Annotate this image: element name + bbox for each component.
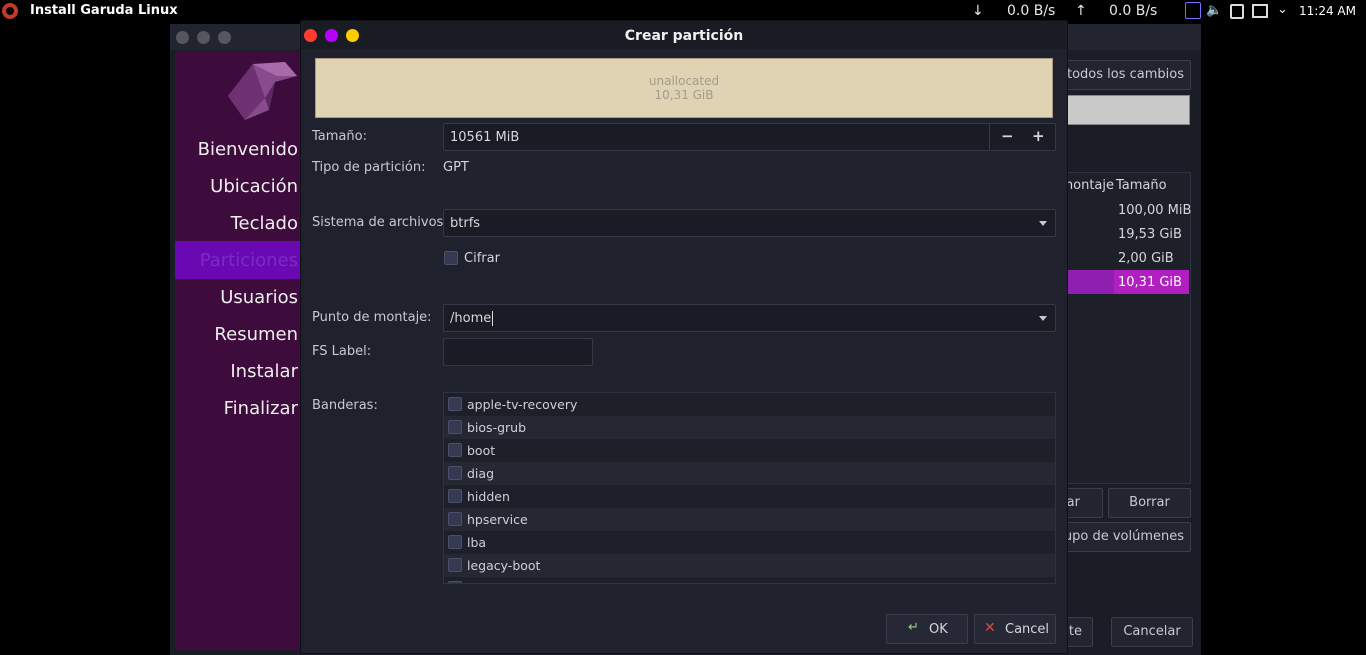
table-row-size-selected: 10,31 GiB bbox=[1118, 275, 1182, 290]
display-icon[interactable] bbox=[1252, 4, 1268, 18]
flag-checkbox[interactable] bbox=[448, 535, 462, 549]
upload-arrow-icon: ↑ bbox=[1075, 3, 1087, 19]
download-arrow-icon: ↓ bbox=[972, 3, 984, 19]
cancel-label: Cancel bbox=[1005, 622, 1050, 637]
flags-label: Banderas: bbox=[312, 398, 378, 413]
table-row-size[interactable]: 19,53 GiB bbox=[1118, 227, 1182, 242]
flag-label: diag bbox=[467, 466, 495, 481]
flag-checkbox[interactable] bbox=[448, 397, 462, 411]
delete-button[interactable]: Borrar bbox=[1108, 488, 1191, 518]
unallocated-bar: unallocated 10,31 GiB bbox=[315, 58, 1053, 118]
create-partition-dialog: Crear partición unallocated 10,31 GiB Ta… bbox=[300, 20, 1068, 654]
keyboard-layout-icon[interactable] bbox=[1185, 2, 1201, 19]
header-size: Tamaño bbox=[1116, 178, 1167, 193]
active-window-title: Install Garuda Linux bbox=[30, 3, 178, 18]
installer-cancel-button[interactable]: Cancelar bbox=[1111, 617, 1193, 647]
size-label: Tamaño: bbox=[312, 129, 367, 144]
mount-point-combobox[interactable]: /home bbox=[443, 304, 1056, 332]
fs-label-label: FS Label: bbox=[312, 344, 372, 359]
flag-checkbox[interactable] bbox=[448, 512, 462, 526]
list-item[interactable]: bios-grub bbox=[444, 416, 1055, 439]
filesystem-select[interactable]: btrfs bbox=[443, 209, 1056, 237]
installer-minimize-button[interactable] bbox=[197, 31, 210, 44]
partition-table-header: Punto de montaje Tamaño bbox=[1064, 173, 1190, 199]
unallocated-size: 10,31 GiB bbox=[654, 88, 714, 102]
flag-checkbox[interactable] bbox=[448, 489, 462, 503]
cancel-x-icon: ✕ bbox=[984, 620, 996, 636]
ok-button[interactable]: ↵ OK bbox=[886, 614, 968, 644]
clock[interactable]: 11:24 AM bbox=[1299, 4, 1356, 18]
list-item[interactable]: apple-tv-recovery bbox=[444, 393, 1055, 416]
garuda-eagle-logo bbox=[228, 62, 297, 120]
partition-type-value: GPT bbox=[443, 160, 469, 175]
flag-checkbox[interactable] bbox=[448, 558, 462, 572]
ok-arrow-icon: ↵ bbox=[908, 620, 919, 635]
top-panel bbox=[0, 0, 1366, 22]
sidebar-item-instalar: Instalar bbox=[230, 361, 298, 382]
flag-checkbox[interactable] bbox=[448, 443, 462, 457]
flag-label: hidden bbox=[467, 489, 510, 504]
clipboard-icon[interactable] bbox=[1230, 4, 1244, 19]
flag-label: lba bbox=[467, 535, 487, 550]
flag-checkbox[interactable] bbox=[448, 466, 462, 480]
fs-label-input[interactable] bbox=[443, 338, 593, 366]
dropdown-caret-icon bbox=[1039, 316, 1047, 321]
table-row-size[interactable]: 2,00 GiB bbox=[1118, 251, 1174, 266]
sidebar-item-bienvenido: Bienvenido bbox=[197, 139, 298, 160]
flag-label: boot bbox=[467, 443, 496, 458]
dropdown-caret-icon bbox=[1039, 221, 1047, 226]
flag-checkbox[interactable] bbox=[448, 581, 462, 583]
list-item[interactable] bbox=[444, 577, 1055, 583]
download-speed: 0.0 B/s bbox=[1007, 3, 1056, 19]
unallocated-label: unallocated bbox=[648, 74, 720, 88]
flag-checkbox[interactable] bbox=[448, 420, 462, 434]
flag-label: bios-grub bbox=[467, 420, 527, 435]
encrypt-checkbox[interactable] bbox=[444, 251, 458, 265]
sidebar-item-teclado: Teclado bbox=[230, 213, 298, 234]
list-item[interactable]: lba bbox=[444, 531, 1055, 554]
ok-label: OK bbox=[929, 622, 948, 637]
flag-label: apple-tv-recovery bbox=[467, 397, 578, 412]
list-item[interactable]: hpservice bbox=[444, 508, 1055, 531]
sidebar-item-usuarios: Usuarios bbox=[220, 287, 298, 308]
list-item[interactable]: hidden bbox=[444, 485, 1055, 508]
size-spinbox[interactable]: 10561 MiB − + bbox=[443, 123, 1056, 151]
minus-icon[interactable]: − bbox=[1001, 127, 1014, 145]
sidebar-item-particiones: Particiones bbox=[199, 250, 298, 271]
installer-close-button[interactable] bbox=[176, 31, 189, 44]
cancel-button[interactable]: ✕ Cancel bbox=[974, 614, 1056, 644]
disk-bar bbox=[1064, 95, 1190, 125]
flag-label: hpservice bbox=[467, 512, 528, 527]
mount-point-label: Punto de montaje: bbox=[312, 310, 432, 325]
plus-icon[interactable]: + bbox=[1032, 127, 1045, 145]
partition-type-label: Tipo de partición: bbox=[312, 160, 426, 175]
sidebar-item-finalizar: Finalizar bbox=[223, 398, 298, 419]
mount-point-value: /home bbox=[450, 311, 494, 326]
list-item[interactable]: boot bbox=[444, 439, 1055, 462]
list-item[interactable]: legacy-boot bbox=[444, 554, 1055, 577]
partition-table[interactable] bbox=[1064, 172, 1191, 484]
volume-icon[interactable]: 🔈 bbox=[1206, 3, 1222, 18]
flag-label: legacy-boot bbox=[467, 558, 541, 573]
sidebar-item-resumen: Resumen bbox=[214, 324, 298, 345]
table-row-size[interactable]: 100,00 MiB bbox=[1118, 203, 1191, 218]
filesystem-label: Sistema de archivos: bbox=[312, 215, 448, 230]
sidebar-item-ubicacion: Ubicación bbox=[210, 176, 298, 197]
header-mount: Punto de montaje bbox=[1064, 178, 1114, 193]
garuda-logo-icon[interactable] bbox=[2, 3, 18, 19]
chevron-down-icon[interactable]: ⌄ bbox=[1277, 2, 1288, 17]
flags-list[interactable]: apple-tv-recovery bios-grub boot diag hi… bbox=[443, 392, 1056, 584]
filesystem-value: btrfs bbox=[450, 216, 481, 231]
installer-maximize-button[interactable] bbox=[218, 31, 231, 44]
upload-speed: 0.0 B/s bbox=[1109, 3, 1158, 19]
dialog-title: Crear partición bbox=[624, 28, 744, 44]
list-item[interactable]: diag bbox=[444, 462, 1055, 485]
encrypt-label: Cifrar bbox=[464, 251, 500, 266]
size-value: 10561 MiB bbox=[450, 130, 520, 145]
